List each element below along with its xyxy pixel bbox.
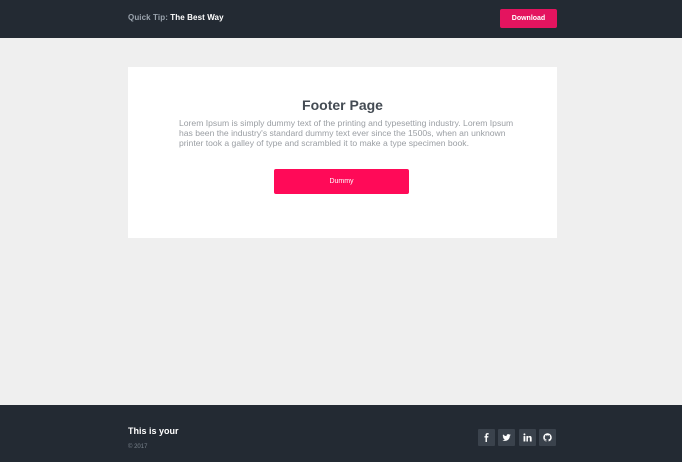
page-title: Footer Page: [302, 97, 383, 113]
quick-tip-label: Quick Tip:: [128, 13, 168, 22]
quick-tip-value: The Best Way: [170, 13, 224, 22]
linkedin-icon: [523, 433, 532, 442]
github-link[interactable]: [539, 429, 556, 446]
card-body-text: Lorem Ipsum is simply dummy text of the …: [179, 118, 514, 148]
content-card: Footer Page Lorem Ipsum is simply dummy …: [128, 67, 557, 238]
facebook-icon: [484, 433, 489, 442]
quick-tip: Quick Tip: The Best Way: [128, 13, 224, 22]
download-button[interactable]: Download: [500, 9, 557, 28]
footer-title: This is your: [128, 426, 179, 436]
footer: This is your © 2017: [0, 405, 682, 462]
twitter-link[interactable]: [498, 429, 515, 446]
twitter-icon: [502, 434, 511, 441]
dummy-button[interactable]: Dummy: [274, 169, 409, 194]
github-icon: [543, 433, 552, 442]
facebook-link[interactable]: [478, 429, 495, 446]
footer-copyright: © 2017: [128, 444, 148, 450]
top-bar: Quick Tip: The Best Way Download: [0, 0, 682, 38]
linkedin-link[interactable]: [519, 429, 536, 446]
